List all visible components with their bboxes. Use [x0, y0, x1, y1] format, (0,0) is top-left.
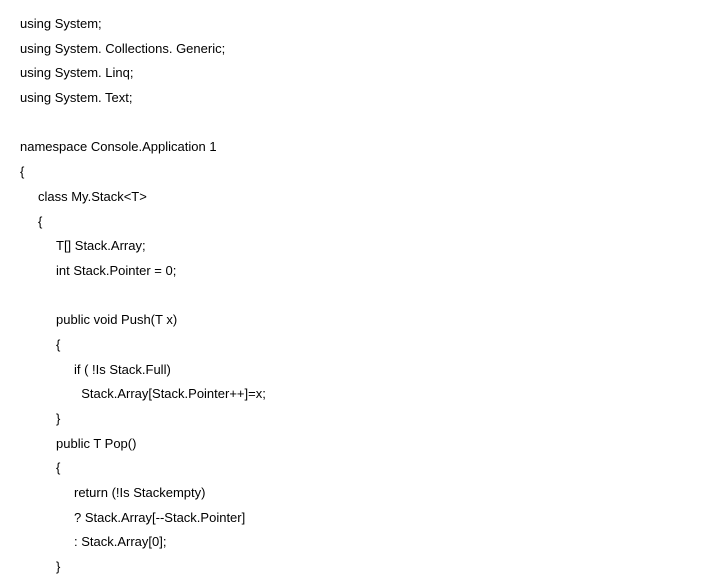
code-line: using System. Collections. Generic;: [20, 37, 700, 62]
code-line: Stack.Array[Stack.Pointer++]=x;: [20, 382, 700, 407]
code-line: [20, 111, 700, 136]
code-line: : Stack.Array[0];: [20, 530, 700, 555]
code-line: ? Stack.Array[--Stack.Pointer]: [20, 506, 700, 531]
code-line: using System. Linq;: [20, 61, 700, 86]
code-line: {: [20, 333, 700, 358]
code-line: using System. Text;: [20, 86, 700, 111]
code-line: return (!Is Stackempty): [20, 481, 700, 506]
code-line: using System;: [20, 12, 700, 37]
code-block: using System; using System. Collections.…: [20, 12, 700, 580]
code-line: }: [20, 407, 700, 432]
code-line: T[] Stack.Array;: [20, 234, 700, 259]
code-line: if ( !Is Stack.Full): [20, 358, 700, 383]
code-line: namespace Console.Application 1: [20, 135, 700, 160]
code-line: {: [20, 160, 700, 185]
code-line: {: [20, 210, 700, 235]
code-line: {: [20, 456, 700, 481]
code-line: class My.Stack<T>: [20, 185, 700, 210]
code-line: int Stack.Pointer = 0;: [20, 259, 700, 284]
code-line: }: [20, 555, 700, 580]
code-line: public T Pop(): [20, 432, 700, 457]
code-line: public void Push(T x): [20, 308, 700, 333]
code-line: [20, 284, 700, 309]
